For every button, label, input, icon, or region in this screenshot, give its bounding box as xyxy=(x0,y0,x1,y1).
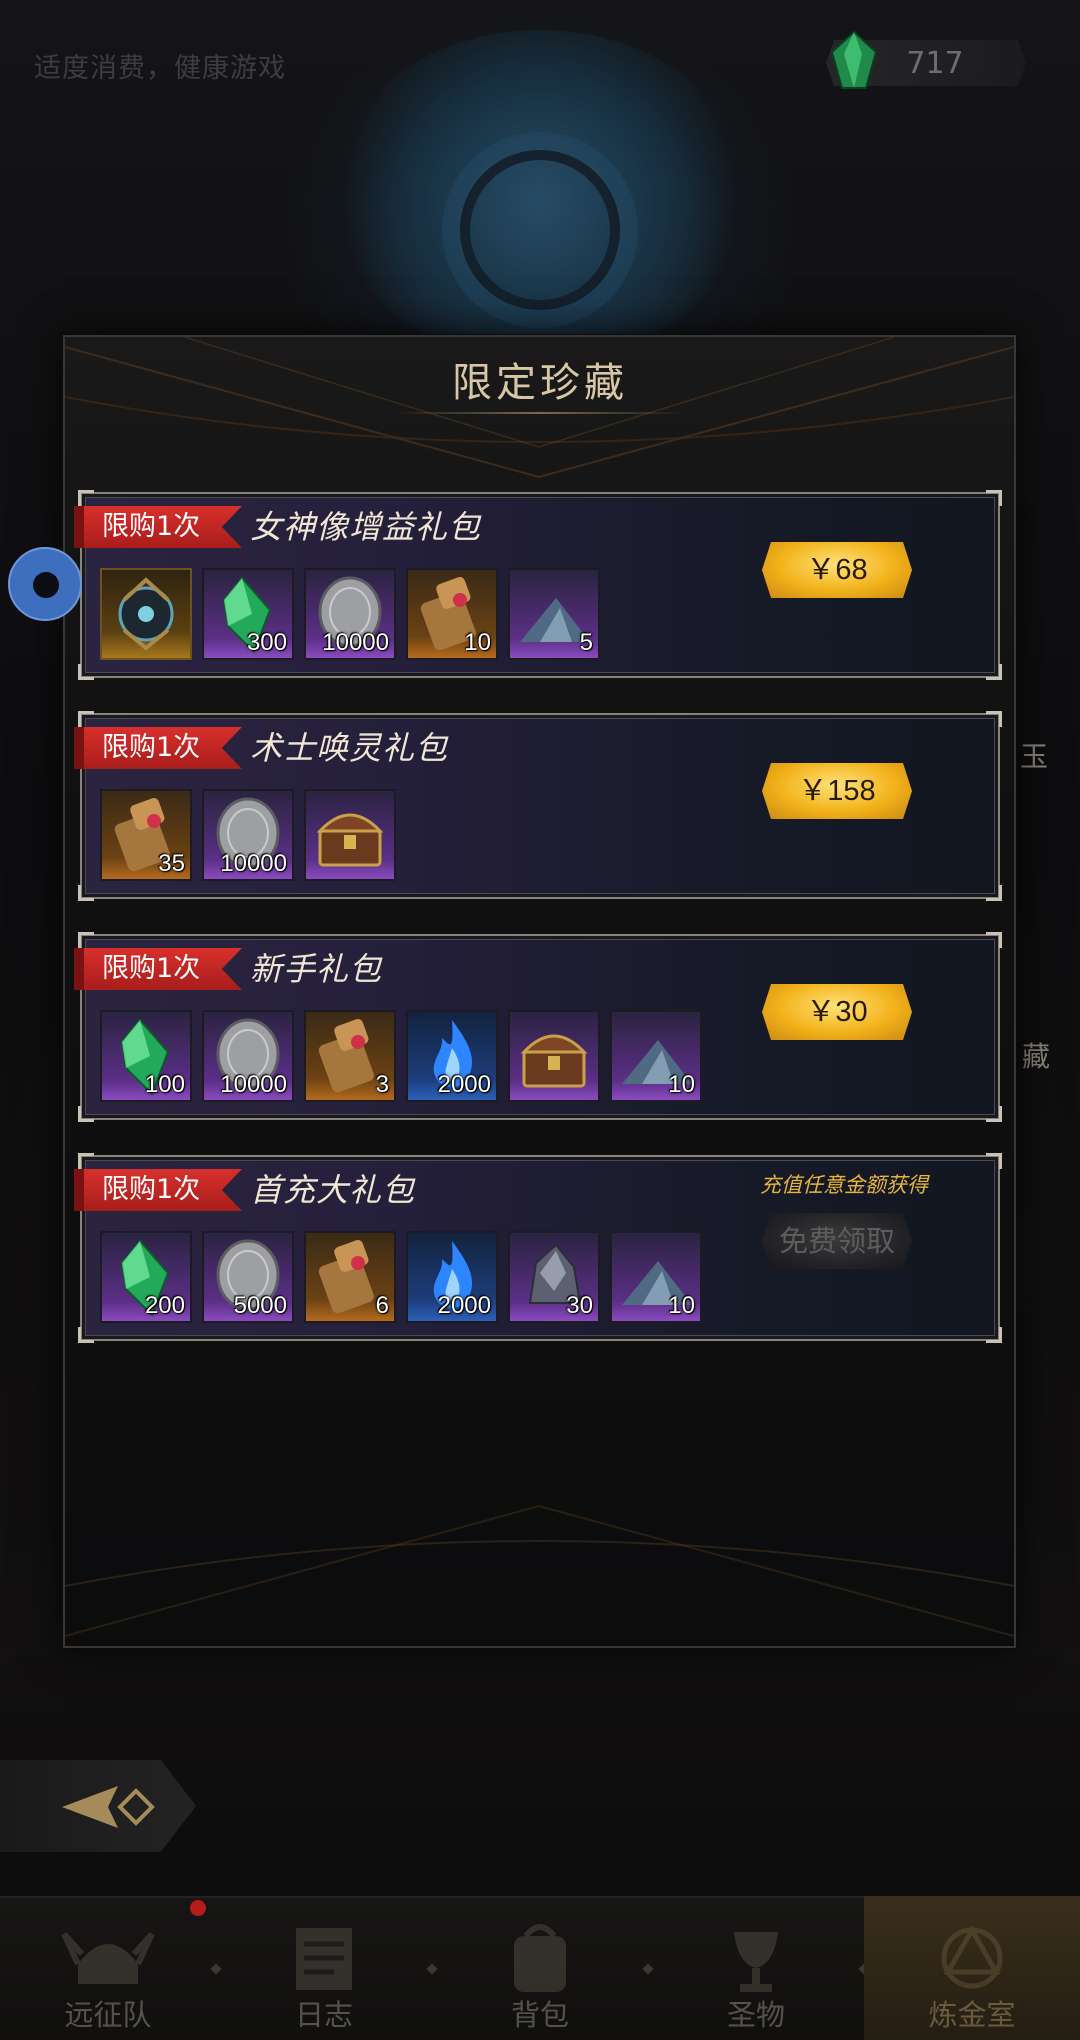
pack-items: 100 10000 3 2000 10 xyxy=(100,1010,702,1102)
item-quantity: 10000 xyxy=(220,1071,287,1098)
orb-ring-decoration xyxy=(460,150,620,310)
nav-item-backpack[interactable]: 背包 xyxy=(432,1896,648,2040)
reward-item[interactable]: 5 xyxy=(508,568,600,660)
floating-assist-button[interactable] xyxy=(8,547,82,621)
side-peek-text: 藏 xyxy=(1022,1040,1051,1073)
item-quantity: 3 xyxy=(375,1071,389,1098)
item-quantity: 5 xyxy=(579,629,593,656)
buy-price-button[interactable]: ￥30 xyxy=(762,984,912,1040)
nav-label: 炼金室 xyxy=(928,1998,1016,2032)
pack-name: 首充大礼包 xyxy=(250,1171,416,1209)
green-gem-icon xyxy=(830,30,878,89)
reward-item[interactable]: 5000 xyxy=(202,1231,294,1323)
nav-label: 圣物 xyxy=(726,1998,785,2032)
goddess-statue-icon xyxy=(118,577,174,651)
item-quantity: 2000 xyxy=(437,1292,491,1319)
reward-item[interactable]: 10 xyxy=(610,1010,702,1102)
item-quantity: 10000 xyxy=(322,629,389,656)
item-quantity: 10000 xyxy=(220,850,287,877)
pack-card: 限购1次 术士唤灵礼包 35 10000 ￥158 xyxy=(74,711,1002,901)
reward-item[interactable]: 200 xyxy=(100,1231,192,1323)
reward-item[interactable]: 2000 xyxy=(406,1231,498,1323)
reward-item[interactable]: 30 xyxy=(508,1231,600,1323)
item-quantity: 10 xyxy=(668,1292,695,1319)
reward-item[interactable]: 2000 xyxy=(406,1010,498,1102)
reward-item[interactable]: 35 xyxy=(100,789,192,881)
currency-value: 717 xyxy=(906,46,964,81)
reward-item[interactable]: 3 xyxy=(304,1010,396,1102)
backpack-icon xyxy=(514,1924,566,1992)
item-quantity: 30 xyxy=(566,1292,593,1319)
reward-item[interactable]: 10 xyxy=(406,568,498,660)
limit-tag: 限购1次 xyxy=(74,506,242,548)
item-quantity: 35 xyxy=(158,850,185,877)
reward-item[interactable]: 300 xyxy=(202,568,294,660)
modal-bottom-ornament xyxy=(65,1504,1014,1637)
treasure-chest-icon xyxy=(520,1034,588,1088)
item-quantity: 100 xyxy=(144,1071,185,1098)
nav-label: 远征队 xyxy=(64,1998,152,2032)
nav-label: 背包 xyxy=(510,1998,569,2032)
pack-items: 200 5000 6 2000 30 10 xyxy=(100,1231,702,1323)
pack-card: 限购1次 新手礼包 100 10000 3 2000 10 ￥30 xyxy=(74,932,1002,1122)
nav-label: 日志 xyxy=(294,1998,353,2032)
reward-item[interactable]: 10000 xyxy=(202,1010,294,1102)
health-hint: 适度消费，健康游戏 xyxy=(34,53,286,84)
pack-items: 35 10000 xyxy=(100,789,396,881)
reward-item[interactable]: 6 xyxy=(304,1231,396,1323)
nav-item-journal[interactable]: 日志 xyxy=(216,1896,432,2040)
reward-item[interactable] xyxy=(100,568,192,660)
pack-name: 术士唤灵礼包 xyxy=(250,729,449,767)
modal-title: 限定珍藏 xyxy=(452,360,628,406)
buy-price-button[interactable]: ￥68 xyxy=(762,542,912,598)
back-arrow-icon xyxy=(62,1786,155,1828)
pack-name: 新手礼包 xyxy=(250,950,383,988)
alchemy-icon xyxy=(941,1924,1003,1989)
side-peek-text: 玉 xyxy=(1020,740,1049,773)
limit-tag: 限购1次 xyxy=(74,1169,242,1211)
item-quantity: 10 xyxy=(464,629,491,656)
nav-item-relics[interactable]: 圣物 xyxy=(648,1896,864,2040)
journal-icon xyxy=(296,1928,352,1990)
item-quantity: 2000 xyxy=(437,1071,491,1098)
pack-items: 300 10000 10 5 xyxy=(100,568,600,660)
viking-helmet-icon xyxy=(61,1931,155,1984)
reward-item[interactable]: 10000 xyxy=(202,789,294,881)
chalice-icon xyxy=(734,1932,778,1992)
reward-item[interactable] xyxy=(304,789,396,881)
treasure-chest-icon xyxy=(316,813,384,867)
reward-item[interactable]: 10000 xyxy=(304,568,396,660)
pack-name: 女神像增益礼包 xyxy=(250,508,482,546)
pack-card: 限购1次 女神像增益礼包 300 10000 10 5 ￥68 xyxy=(74,490,1002,680)
nav-item-alchemy[interactable]: 炼金室 xyxy=(864,1896,1080,2040)
free-claim-button[interactable]: 免费领取 xyxy=(762,1213,912,1269)
title-divider xyxy=(395,412,685,414)
pack-card: 限购1次 首充大礼包 充值任意金额获得 200 5000 6 2000 30 1… xyxy=(74,1153,1002,1343)
limit-tag: 限购1次 xyxy=(74,948,242,990)
reward-item[interactable]: 100 xyxy=(100,1010,192,1102)
recharge-note: 充值任意金额获得 xyxy=(760,1173,928,1197)
reward-item[interactable]: 10 xyxy=(610,1231,702,1323)
item-quantity: 200 xyxy=(144,1292,185,1319)
item-quantity: 10 xyxy=(668,1071,695,1098)
limit-tag: 限购1次 xyxy=(74,727,242,769)
nav-item-expedition[interactable]: 远征队 xyxy=(0,1896,216,2040)
notification-dot xyxy=(190,1900,206,1916)
item-quantity: 5000 xyxy=(233,1292,287,1319)
reward-item[interactable] xyxy=(508,1010,600,1102)
item-quantity: 300 xyxy=(246,629,287,656)
buy-price-button[interactable]: ￥158 xyxy=(762,763,912,819)
item-quantity: 6 xyxy=(375,1292,389,1319)
